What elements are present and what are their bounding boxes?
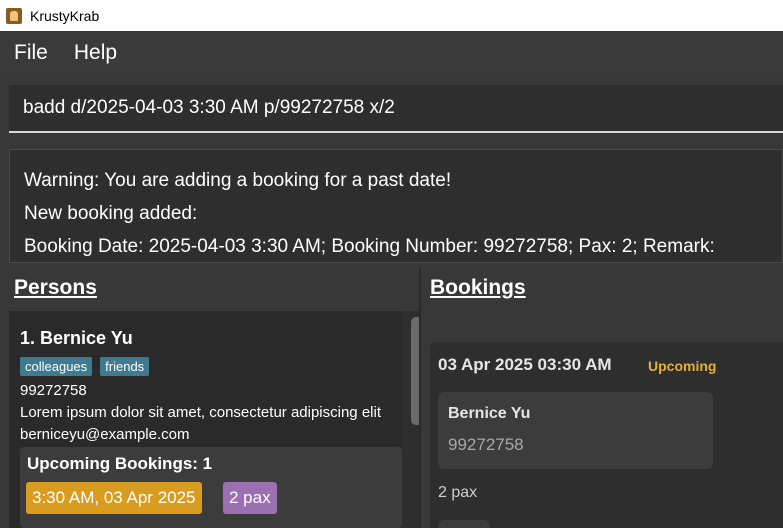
booking-card[interactable]: 03 Apr 2025 03:30 AM Upcoming Bernice Yu… <box>430 342 783 528</box>
result-display: Warning: You are adding a booking for a … <box>9 149 783 263</box>
result-line: New booking added: <box>24 203 198 224</box>
person-phone: 99272758 <box>20 382 87 399</box>
menu-file[interactable]: File <box>14 41 48 65</box>
upcoming-bookings-box: Upcoming Bookings: 1 3:30 AM, 03 Apr 202… <box>20 447 402 528</box>
booking-remark-box <box>438 520 490 528</box>
persons-panel: Persons 1. Bernice Yu colleagues friends… <box>0 269 420 528</box>
command-box-area <box>0 75 783 143</box>
upcoming-bookings-label: Upcoming Bookings: 1 <box>27 454 213 473</box>
window-title: KrustyKrab <box>30 7 100 24</box>
result-display-area: Warning: You are adding a booking for a … <box>0 143 783 269</box>
menu-help[interactable]: Help <box>74 41 117 65</box>
menu-bar: File Help <box>0 31 783 75</box>
booking-person-phone: 99272758 <box>448 435 524 454</box>
booking-list: 03 Apr 2025 03:30 AM Upcoming Bernice Yu… <box>430 311 783 528</box>
person-address: Lorem ipsum dolor sit amet, consectetur … <box>20 404 381 421</box>
person-list: 1. Bernice Yu colleagues friends 9927275… <box>9 311 420 528</box>
command-input[interactable] <box>9 85 783 133</box>
app-icon <box>6 7 22 24</box>
bookings-header: Bookings <box>430 276 526 299</box>
result-line: Booking Date: 2025-04-03 3:30 AM; Bookin… <box>24 236 715 257</box>
title-bar: KrustyKrab <box>0 0 783 31</box>
result-line: Warning: You are adding a booking for a … <box>24 170 452 191</box>
person-email: berniceyu@example.com <box>20 426 190 443</box>
booking-status-badge: Upcoming <box>648 358 717 374</box>
booking-date: 03 Apr 2025 03:30 AM <box>438 355 612 374</box>
booking-person-box: Bernice Yu 99272758 <box>438 392 713 469</box>
booking-pax: 2 pax <box>438 484 478 501</box>
tag-friends: friends <box>100 357 150 376</box>
persons-header: Persons <box>14 276 97 299</box>
upcoming-time-pill: 3:30 AM, 03 Apr 2025 <box>26 482 202 514</box>
person-tags: colleagues friends <box>20 357 150 376</box>
tag-colleagues: colleagues <box>20 357 93 376</box>
person-card[interactable]: 1. Bernice Yu colleagues friends 9927275… <box>9 311 402 528</box>
booking-person-name: Bernice Yu <box>448 405 531 422</box>
upcoming-pax-pill: 2 pax <box>223 482 277 514</box>
bookings-panel: Bookings 03 Apr 2025 03:30 AM Upcoming B… <box>421 269 783 528</box>
person-name: 1. Bernice Yu <box>20 328 133 348</box>
